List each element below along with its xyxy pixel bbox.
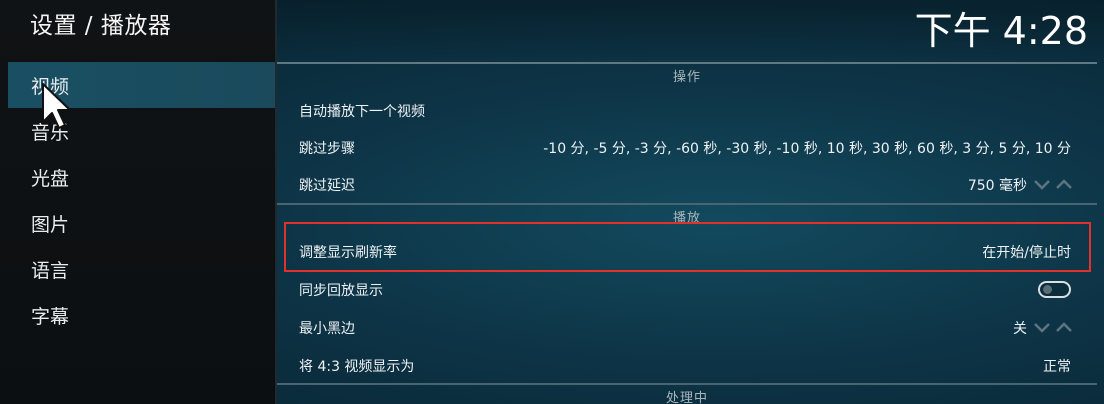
chevron-down-icon[interactable] [1033,321,1051,333]
sidebar-item-language[interactable]: 语言 [8,246,275,292]
setting-value: 关 [1013,320,1027,337]
chevron-down-icon[interactable] [1033,178,1051,190]
sidebar-item-label: 字幕 [31,305,70,328]
sidebar-item-disc[interactable]: 光盘 [8,154,275,200]
setting-value: 750 毫秒 [967,177,1027,194]
setting-label: 同步回放显示 [299,282,383,299]
chevron-up-icon[interactable] [1055,178,1073,190]
setting-row-min-black-bars[interactable]: 最小黑边 关 [277,309,1097,346]
setting-row-display-4-3[interactable]: 将 4:3 视频显示为 正常 [277,347,1097,384]
setting-label: 自动播放下一个视频 [299,103,425,120]
section-header-actions: 操作 [672,70,701,85]
highlight-box [284,222,1091,272]
sidebar-item-pictures[interactable]: 图片 [8,200,275,246]
setting-row-skip-steps[interactable]: 跳过步骤 -10 分, -5 分, -3 分, -60 秒, -30 秒, -1… [277,129,1097,166]
value-spinner [1033,178,1073,192]
page-title: 设置 / 播放器 [30,13,172,39]
sidebar-item-subtitles[interactable]: 字幕 [8,292,275,338]
setting-value: 正常 [1043,358,1071,375]
sidebar-item-label: 语言 [31,259,70,282]
chevron-up-icon[interactable] [1055,321,1073,333]
clock: 下午 4:28 [914,9,1088,53]
setting-row-sync-playback[interactable]: 同步回放显示 [277,271,1097,308]
setting-row-autoplay-next[interactable]: 自动播放下一个视频 [277,92,1097,129]
setting-value: -10 分, -5 分, -3 分, -60 秒, -30 秒, -10 秒, … [543,140,1071,157]
sidebar-item-label: 图片 [31,213,70,236]
setting-label: 跳过步骤 [299,140,355,157]
setting-label: 将 4:3 视频显示为 [299,358,415,375]
toggle-switch-icon[interactable] [1038,281,1071,298]
setting-label: 跳过延迟 [299,177,355,194]
sidebar-item-label: 光盘 [31,167,70,190]
toggle-knob [1043,285,1052,294]
section-header-processing: 处理中 [665,391,708,404]
setting-label: 最小黑边 [299,320,355,337]
arrow-cursor-icon [42,83,71,129]
value-spinner [1033,321,1073,335]
setting-row-skip-delay[interactable]: 跳过延迟 750 毫秒 [277,166,1097,203]
